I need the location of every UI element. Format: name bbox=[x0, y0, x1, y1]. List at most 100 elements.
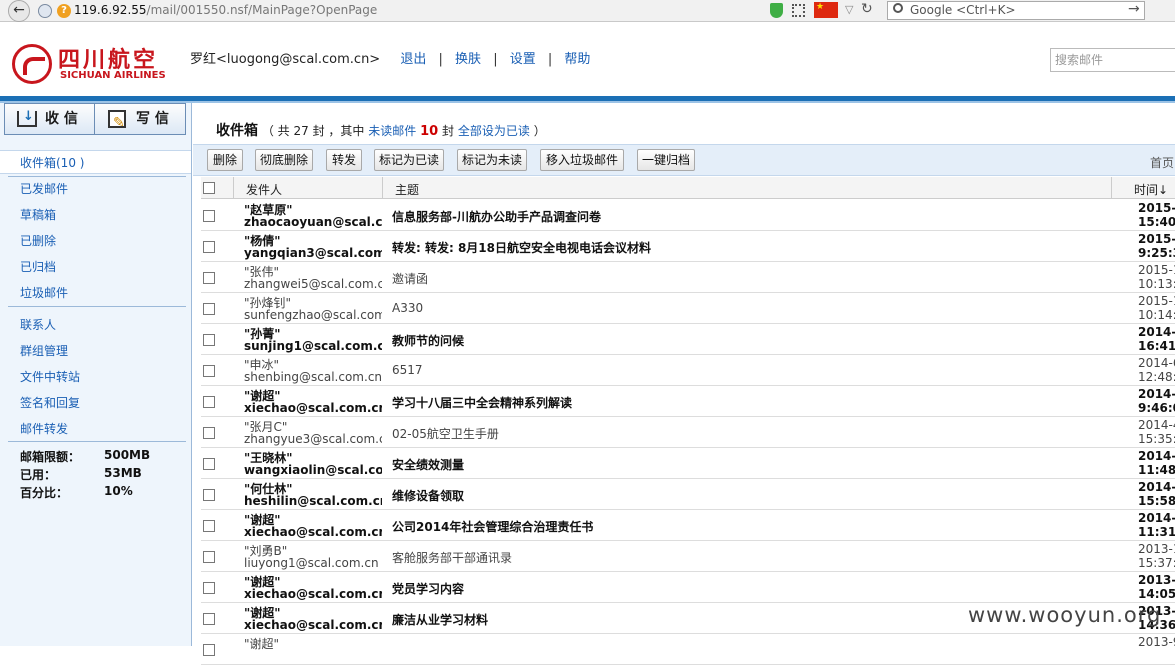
column-subject[interactable]: 主题 bbox=[395, 181, 419, 198]
column-separator bbox=[233, 177, 234, 199]
used-value: 53MB bbox=[104, 466, 142, 480]
write-button[interactable]: 写 信 bbox=[96, 104, 186, 138]
sidebar-item-deleted[interactable]: 已删除 bbox=[20, 232, 56, 249]
mail-subject[interactable]: 维修设备领取 bbox=[392, 487, 464, 504]
sidebar-item-contacts[interactable]: 联系人 bbox=[20, 316, 56, 333]
one-click-archive-button[interactable]: 一键归档 bbox=[637, 149, 695, 171]
table-row[interactable]: "孙菁" sunjing1@scal.com.cn 教师节的问候 2014- 16:41 bbox=[201, 324, 1175, 355]
row-checkbox[interactable] bbox=[203, 396, 215, 408]
chevron-down-icon[interactable]: ▽ bbox=[845, 3, 853, 16]
select-all-checkbox[interactable] bbox=[203, 182, 215, 194]
table-row[interactable]: "王晓林"wangxiaolin@scal.com.cn安全绩效测量2014-1… bbox=[201, 448, 1175, 479]
mail-subject[interactable]: 公司2014年社会管理综合治理责任书 bbox=[392, 518, 593, 535]
search-icon bbox=[893, 3, 903, 13]
mail-time: 12:48: bbox=[1138, 370, 1175, 384]
sidebar-item-file-transfer[interactable]: 文件中转站 bbox=[20, 368, 80, 385]
row-checkbox[interactable] bbox=[203, 551, 215, 563]
unread-filter-link[interactable]: 未读邮件 bbox=[368, 124, 416, 138]
table-row[interactable]: "张月C" zhangyue3@scal.com.cn 02-05航空卫生手册 201… bbox=[201, 417, 1175, 448]
sender-email: yangqian3@scal.com.cn bbox=[244, 246, 382, 260]
mail-subject[interactable]: 党员学习内容 bbox=[392, 580, 464, 597]
mail-search-input[interactable]: 搜索邮件 bbox=[1050, 48, 1175, 72]
mail-subject[interactable]: 廉洁从业学习材料 bbox=[392, 611, 488, 628]
sidebar-item-signature[interactable]: 签名和回复 bbox=[20, 394, 80, 411]
table-row[interactable]: "刘勇B" liuyong1@scal.com.cn 客舱服务部干部通讯录 2013-… bbox=[201, 541, 1175, 572]
browser-search-input[interactable]: Google <Ctrl+K> bbox=[887, 1, 1145, 20]
forward-button[interactable]: 转发 bbox=[326, 149, 362, 171]
mark-read-button[interactable]: 标记为已读 bbox=[374, 149, 444, 171]
row-checkbox[interactable] bbox=[203, 241, 215, 253]
china-flag-icon[interactable]: ★ bbox=[814, 2, 838, 18]
table-row[interactable]: "杨倩"yangqian3@scal.com.cn转发: 转发: 8月18日航空… bbox=[201, 231, 1175, 262]
sender-email: wangxiaolin@scal.com.cn bbox=[244, 463, 382, 477]
sidebar-item-groups[interactable]: 群组管理 bbox=[20, 342, 68, 359]
go-arrow-icon[interactable]: → bbox=[1128, 1, 1140, 17]
help-link[interactable]: 帮助 bbox=[564, 52, 590, 67]
mail-subject[interactable]: 6517 bbox=[392, 363, 423, 377]
user-info: 罗红<luogong@scal.com.cn> 退出 | 换肤 | 设置 | 帮… bbox=[190, 52, 591, 67]
table-row[interactable]: "谢超" 2013-9 bbox=[201, 634, 1175, 665]
row-checkbox[interactable] bbox=[203, 427, 215, 439]
unread-count: 10 bbox=[420, 124, 439, 139]
delete-button[interactable]: 删除 bbox=[207, 149, 243, 171]
mail-subject[interactable]: 信息服务部-川航办公助手产品调查问卷 bbox=[392, 208, 601, 225]
home-page-link[interactable]: 首页 bbox=[1150, 154, 1174, 171]
table-row[interactable]: "孙烽钊"sunfengzhao@scal.com.cnA3302015-110… bbox=[201, 293, 1175, 324]
row-checkbox[interactable] bbox=[203, 210, 215, 222]
mark-all-read-link[interactable]: 全部设为已读 bbox=[458, 124, 530, 138]
mail-subject[interactable]: A330 bbox=[392, 301, 423, 315]
settings-link[interactable]: 设置 bbox=[510, 52, 536, 67]
mail-subject[interactable]: 教师节的问候 bbox=[392, 332, 464, 349]
sidebar-item-inbox[interactable]: 收件箱(10 ) bbox=[20, 154, 84, 171]
row-checkbox[interactable] bbox=[203, 458, 215, 470]
row-checkbox[interactable] bbox=[203, 334, 215, 346]
mail-subject[interactable]: 客舱服务部干部通讯录 bbox=[392, 549, 512, 566]
row-checkbox[interactable] bbox=[203, 272, 215, 284]
sidebar-item-forwarding[interactable]: 邮件转发 bbox=[20, 420, 68, 437]
logout-link[interactable]: 退出 bbox=[400, 52, 426, 67]
sidebar-item-archived[interactable]: 已归档 bbox=[20, 258, 56, 275]
mail-subject[interactable]: 02-05航空卫生手册 bbox=[392, 425, 499, 442]
back-arrow-icon[interactable]: ← bbox=[8, 0, 30, 22]
sidebar-item-sent[interactable]: 已发邮件 bbox=[20, 180, 68, 197]
shield-icon[interactable] bbox=[770, 3, 783, 18]
table-row[interactable]: "何仕林" heshilin@scal.com.cn 维修设备领取 2014- 15:5… bbox=[201, 479, 1175, 510]
column-separator bbox=[1111, 177, 1112, 199]
reload-icon[interactable]: ↻ bbox=[861, 1, 873, 17]
skin-link[interactable]: 换肤 bbox=[455, 52, 481, 67]
warning-icon[interactable]: ? bbox=[57, 4, 71, 18]
row-checkbox[interactable] bbox=[203, 303, 215, 315]
column-sender[interactable]: 发件人 bbox=[246, 181, 282, 198]
column-time[interactable]: 时间↓ bbox=[1134, 181, 1168, 198]
row-checkbox[interactable] bbox=[203, 520, 215, 532]
table-row[interactable]: "谢超" xiechao@scal.com.cn 党员学习内容 2013- 14:05 bbox=[201, 572, 1175, 603]
percent-label: 百分比： bbox=[20, 486, 69, 500]
table-row[interactable]: "谢超" xiechao@scal.com.cn 公司2014年社会管理综合治理责任… bbox=[201, 510, 1175, 541]
table-row[interactable]: "赵草原"zhaocaoyuan@scal.com.cn信息服务部-川航办公助手… bbox=[201, 200, 1175, 231]
globe-icon bbox=[38, 4, 52, 18]
sidebar-item-drafts[interactable]: 草稿箱 bbox=[20, 206, 56, 223]
mark-unread-button[interactable]: 标记为未读 bbox=[457, 149, 527, 171]
row-checkbox[interactable] bbox=[203, 489, 215, 501]
row-checkbox[interactable] bbox=[203, 582, 215, 594]
receive-button[interactable]: 收 信 bbox=[5, 102, 95, 134]
table-row[interactable]: "谢超" xiechao@scal.com.cn 学习十八届三中全会精神系列解读 20… bbox=[201, 386, 1175, 417]
mail-subject[interactable]: 学习十八届三中全会精神系列解读 bbox=[392, 394, 572, 411]
mail-subject[interactable]: 邀请函 bbox=[392, 270, 428, 287]
table-row[interactable]: "张伟"zhangwei5@scal.com.cn邀请函2015-110:13: bbox=[201, 262, 1175, 293]
table-row[interactable]: "申冰"shenbing@scal.com.cn65172014-612:48: bbox=[201, 355, 1175, 386]
mail-date: 2014- bbox=[1138, 480, 1175, 494]
browser-toolbar: ← ? 119.6.92.55/mail/001550.nsf/MainPage… bbox=[0, 0, 1175, 22]
move-to-spam-button[interactable]: 移入垃圾邮件 bbox=[540, 149, 624, 171]
qr-code-icon[interactable] bbox=[792, 4, 805, 17]
mail-subject[interactable]: 安全绩效测量 bbox=[392, 456, 464, 473]
sender-email: xiechao@scal.com.cn bbox=[244, 618, 382, 632]
divider bbox=[8, 306, 186, 307]
permanent-delete-button[interactable]: 彻底删除 bbox=[255, 149, 313, 171]
row-checkbox[interactable] bbox=[203, 365, 215, 377]
sidebar-item-spam[interactable]: 垃圾邮件 bbox=[20, 284, 68, 301]
mail-date: 2013- bbox=[1138, 573, 1175, 587]
mail-subject[interactable]: 转发: 转发: 8月18日航空安全电视电话会议材料 bbox=[392, 239, 651, 256]
row-checkbox[interactable] bbox=[203, 613, 215, 625]
address-bar[interactable]: 119.6.92.55/mail/001550.nsf/MainPage?Ope… bbox=[74, 3, 377, 17]
